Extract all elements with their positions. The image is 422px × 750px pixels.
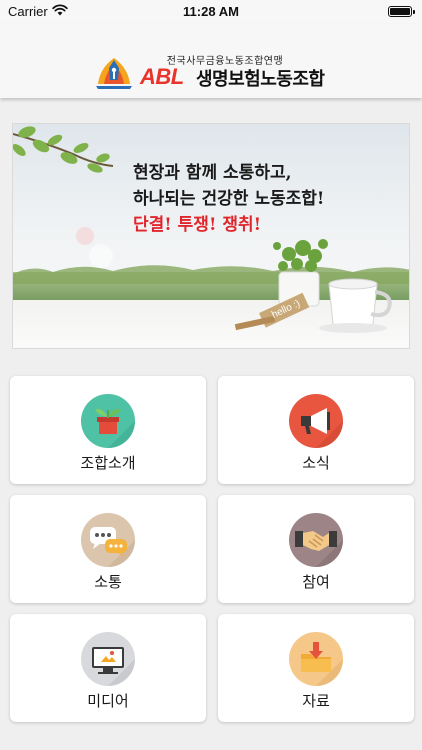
monitor-icon bbox=[81, 632, 135, 686]
menu-label: 참여 bbox=[302, 573, 330, 591]
menu-card-about[interactable]: 조합소개 bbox=[10, 376, 206, 484]
app-header: 전국사무금융노동조합연맹 ABL 생명보험노동조합 bbox=[0, 24, 422, 98]
brand-logo-text: ABL bbox=[140, 64, 184, 89]
handshake-icon bbox=[289, 513, 343, 567]
status-time: 11:28 AM bbox=[183, 4, 239, 19]
menu-label: 조합소개 bbox=[80, 454, 136, 472]
folder-download-icon bbox=[289, 632, 343, 686]
menu-card-resources[interactable]: 자료 bbox=[218, 614, 414, 722]
org-name: 생명보험노동조합 bbox=[196, 69, 325, 90]
banner-line-3: 단결! 투쟁! 쟁취! bbox=[133, 215, 262, 235]
plant-pot-icon bbox=[81, 394, 135, 448]
status-bar: Carrier 11:28 AM bbox=[0, 0, 422, 24]
union-logo-icon bbox=[94, 54, 134, 92]
banner-slogan: 현장과 함께 소통하고, 하나되는 건강한 노동조합! 단결! 투쟁! 쟁취! bbox=[133, 160, 324, 238]
banner-line-1: 현장과 함께 소통하고, bbox=[133, 163, 292, 183]
menu-label: 자료 bbox=[302, 692, 330, 710]
menu-card-participation[interactable]: 참여 bbox=[218, 495, 414, 603]
menu-label: 소통 bbox=[94, 573, 122, 591]
chat-bubbles-icon bbox=[81, 513, 135, 567]
hero-banner[interactable]: 현장과 함께 소통하고, 하나되는 건강한 노동조합! 단결! 투쟁! 쟁취! … bbox=[12, 123, 410, 349]
menu-label: 미디어 bbox=[87, 692, 129, 710]
menu-card-news[interactable]: 소식 bbox=[218, 376, 414, 484]
banner-line-2: 하나되는 건강한 노동조합! bbox=[133, 189, 325, 209]
menu-label: 소식 bbox=[302, 454, 330, 472]
menu-card-media[interactable]: 미디어 bbox=[10, 614, 206, 722]
menu-card-communication[interactable]: 소통 bbox=[10, 495, 206, 603]
megaphone-icon bbox=[289, 394, 343, 448]
battery-icon bbox=[388, 6, 415, 17]
